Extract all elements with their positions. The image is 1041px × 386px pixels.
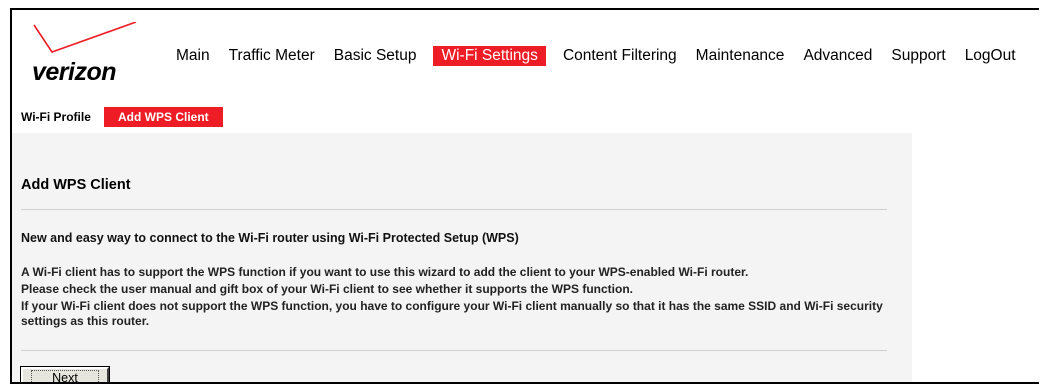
nav-main[interactable]: Main <box>174 46 212 66</box>
content-panel: Add WPS Client New and easy way to conne… <box>12 133 912 382</box>
main-nav: Main Traffic Meter Basic Setup Wi-Fi Set… <box>174 46 1033 66</box>
nav-basic-setup[interactable]: Basic Setup <box>332 46 419 66</box>
nav-maintenance[interactable]: Maintenance <box>694 46 787 66</box>
section-heading: New and easy way to connect to the Wi-Fi… <box>21 231 519 245</box>
router-admin-window: verizon Main Traffic Meter Basic Setup W… <box>10 8 1039 384</box>
divider <box>21 209 887 210</box>
next-button[interactable]: Next <box>20 366 110 382</box>
nav-support[interactable]: Support <box>889 46 947 66</box>
subnav-wifi-profile[interactable]: Wi-Fi Profile <box>21 107 91 127</box>
instruction-paragraph: Please check the user manual and gift bo… <box>21 282 633 296</box>
divider <box>21 350 887 351</box>
nav-content-filtering[interactable]: Content Filtering <box>561 46 679 66</box>
checkmark-logo-icon <box>33 22 137 53</box>
header: verizon Main Traffic Meter Basic Setup W… <box>12 10 1039 95</box>
nav-traffic-meter[interactable]: Traffic Meter <box>227 46 317 66</box>
sub-nav: Wi-Fi Profile Add WPS Client <box>12 103 1039 133</box>
instruction-paragraph: A Wi-Fi client has to support the WPS fu… <box>21 265 749 279</box>
nav-logout[interactable]: LogOut <box>963 46 1018 66</box>
nav-wifi-settings[interactable]: Wi-Fi Settings <box>433 46 546 66</box>
logo-wordmark: verizon <box>32 58 117 86</box>
page-title: Add WPS Client <box>21 177 131 193</box>
verizon-logo: verizon <box>32 22 150 92</box>
nav-advanced[interactable]: Advanced <box>801 46 874 66</box>
instructions: A Wi-Fi client has to support the WPS fu… <box>21 265 891 331</box>
next-button-label: Next <box>31 370 99 382</box>
subnav-add-wps-client[interactable]: Add WPS Client <box>104 107 223 127</box>
instruction-paragraph: If your Wi-Fi client does not support th… <box>21 299 883 328</box>
